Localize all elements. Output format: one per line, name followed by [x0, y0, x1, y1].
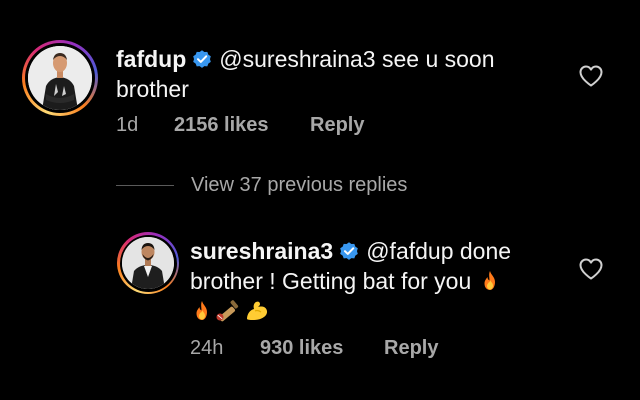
comment-2-avatar[interactable]	[117, 232, 179, 294]
heart-outline-icon[interactable]	[578, 64, 604, 88]
comment-1-mention[interactable]: @sureshraina3	[219, 46, 375, 72]
view-previous-replies-label: View 37 previous replies	[191, 174, 408, 196]
verified-badge-icon	[338, 240, 360, 262]
fire-emoji-icon	[190, 299, 214, 323]
comment-2-likes[interactable]: 930 likes	[260, 337, 384, 360]
comment-1-body: fafdup @sureshraina3 see u soon brother	[116, 44, 546, 104]
comment-2-mention[interactable]: @fafdup	[366, 238, 453, 264]
replies-divider-line	[116, 185, 174, 186]
flexed-biceps-emoji-icon	[244, 297, 270, 323]
avatar-ring-gap	[25, 43, 95, 113]
comment-1-reply-button[interactable]: Reply	[310, 114, 364, 137]
comment-2-reply-button[interactable]: Reply	[384, 337, 438, 360]
comment-1-timestamp: 1d	[116, 114, 139, 136]
comment-1-avatar[interactable]	[22, 40, 98, 116]
comment-2-timestamp: 24h	[190, 337, 224, 359]
fire-emoji-icon	[478, 269, 502, 293]
comment-2-body: sureshraina3 @fafdup done brother ! Getti…	[190, 236, 550, 326]
verified-badge-icon	[191, 48, 213, 70]
comment-2-meta: 24h 930 likes Reply	[190, 337, 438, 360]
comment-2-username[interactable]: sureshraina3	[190, 238, 333, 264]
avatar-image	[122, 237, 174, 289]
view-previous-replies-button[interactable]: View 37 previous replies	[116, 174, 407, 197]
comment-1-likes[interactable]: 2156 likes	[174, 114, 310, 137]
cricket-bat-emoji-icon	[214, 297, 244, 323]
avatar-image	[28, 46, 92, 110]
comment-1-username[interactable]: fafdup	[116, 46, 186, 72]
heart-outline-icon[interactable]	[578, 257, 604, 281]
avatar-ring-gap	[119, 234, 177, 292]
comment-1-meta: 1d 2156 likes Reply	[116, 114, 364, 137]
